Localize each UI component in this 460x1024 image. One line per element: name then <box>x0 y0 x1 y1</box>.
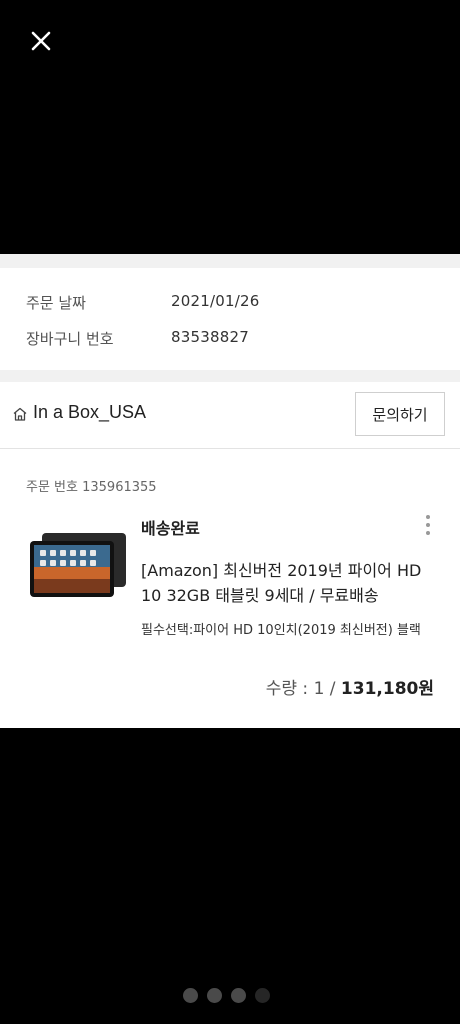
more-vertical-icon <box>426 515 430 535</box>
order-item-card: In a Box_USA 문의하기 주문 번호 135961355 배송완료 [… <box>0 382 460 728</box>
delivery-status: 배송완료 <box>141 519 200 538</box>
order-number: 주문 번호 135961355 <box>26 480 157 495</box>
quantity-price: 수량 : 1 / 131,180원 <box>266 674 434 699</box>
more-options-button[interactable] <box>420 512 436 538</box>
inquiry-button[interactable]: 문의하기 <box>355 392 445 436</box>
pager-dot[interactable] <box>207 988 222 1003</box>
cart-number-label: 장바구니 번호 <box>26 330 114 348</box>
product-title[interactable]: [Amazon] 최신버전 2019년 파이어 HD 10 32GB 태블릿 9… <box>141 558 441 608</box>
seller-bar: In a Box_USA 문의하기 <box>0 382 460 449</box>
order-detail-sheet: 주문 날짜 2021/01/26 장바구니 번호 83538827 In a B… <box>0 254 460 728</box>
quantity-text: 수량 : 1 / <box>265 679 341 699</box>
order-date-value: 2021/01/26 <box>171 292 260 310</box>
pager-dot[interactable] <box>183 988 198 1003</box>
image-pager <box>183 988 270 1004</box>
price-value: 131,180원 <box>340 679 434 699</box>
cart-number-value: 83538827 <box>171 328 249 346</box>
close-button[interactable] <box>26 26 56 56</box>
pager-dot[interactable] <box>255 988 270 1003</box>
product-option: 필수선택:파이어 HD 10인치(2019 최신버전) 블랙 <box>141 623 421 638</box>
product-thumbnail[interactable] <box>28 531 128 601</box>
seller-name[interactable]: In a Box_USA <box>33 402 146 423</box>
order-info-card: 주문 날짜 2021/01/26 장바구니 번호 83538827 <box>0 268 460 370</box>
order-date-label: 주문 날짜 <box>26 294 86 312</box>
close-icon <box>31 31 51 51</box>
home-icon <box>12 406 28 422</box>
pager-dot[interactable] <box>231 988 246 1003</box>
